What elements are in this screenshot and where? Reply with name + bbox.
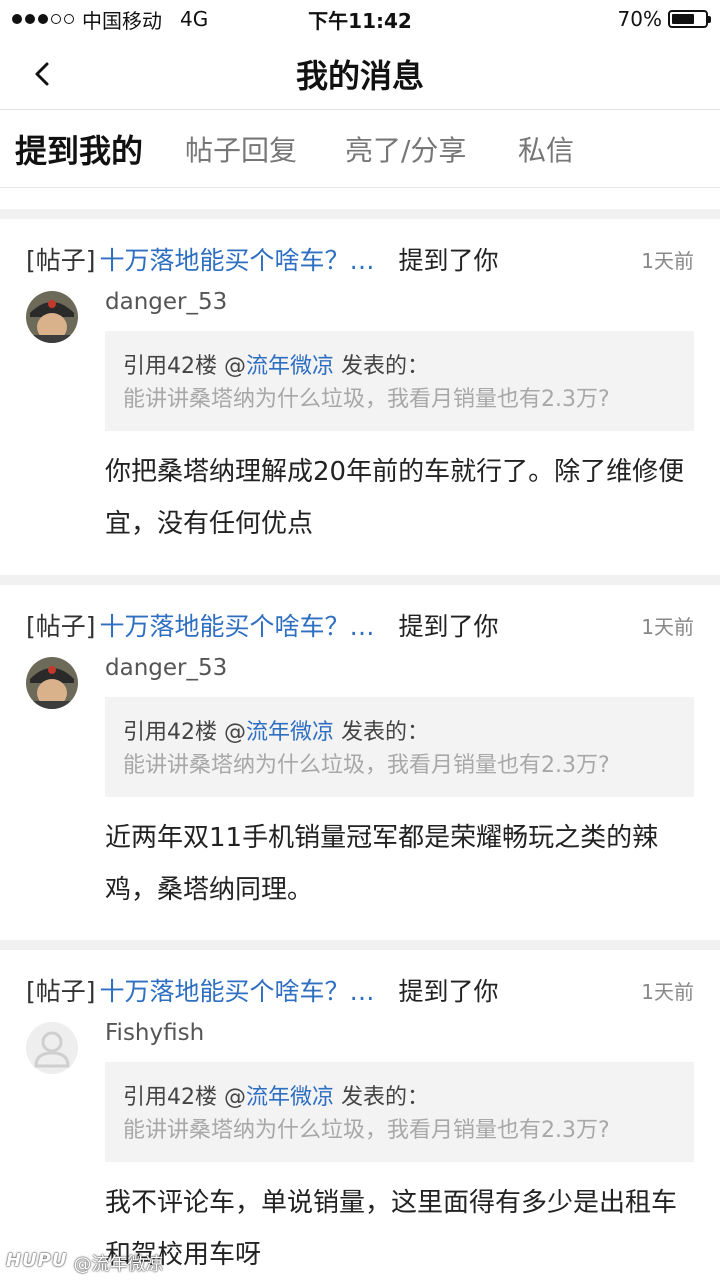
watermark-brand: HUPU bbox=[6, 1250, 68, 1271]
quote-prefix: 引用42楼 @ bbox=[123, 720, 246, 745]
nav-bar: 我的消息 bbox=[0, 38, 720, 110]
watermark: HUPU @流年微凉 bbox=[6, 1250, 164, 1276]
post-tag: [帖子] bbox=[26, 977, 96, 1006]
message-body: 近两年双11手机销量冠军都是荣耀畅玩之类的辣鸡，桑塔纳同理。 bbox=[105, 823, 659, 905]
message-card[interactable]: [帖子] 十万落地能买个啥车？… 提到了你 1天前 danger_53 引用42… bbox=[0, 219, 720, 575]
quote-text: 能讲讲桑塔纳为什么垃圾，我看月销量也有2.3万? bbox=[123, 387, 610, 412]
network-type: 4G bbox=[180, 7, 209, 31]
post-title-link[interactable]: 十万落地能买个啥车？… bbox=[100, 241, 375, 277]
message-card[interactable]: [帖子] 十万落地能买个啥车？… 提到了你 1天前 danger_53 引用42… bbox=[0, 585, 720, 940]
post-tag: [帖子] bbox=[26, 612, 96, 641]
carrier-name: 中国移动 bbox=[82, 8, 162, 33]
battery-percent: 70% bbox=[617, 7, 662, 31]
quote-suffix: 发表的： bbox=[334, 720, 430, 745]
message-header: [帖子] 十万落地能买个啥车？… 提到了你 1天前 bbox=[26, 970, 694, 1010]
message-body: 我不评论车，单说销量，这里面得有多少是出租车和驾校用车呀 bbox=[105, 1188, 678, 1270]
quote-text: 能讲讲桑塔纳为什么垃圾，我看月销量也有2.3万? bbox=[123, 1118, 610, 1143]
battery-icon bbox=[668, 10, 711, 28]
watermark-handle: @流年微凉 bbox=[73, 1254, 164, 1275]
default-avatar-icon[interactable] bbox=[26, 1022, 78, 1074]
avatar[interactable] bbox=[26, 657, 78, 709]
mention-text: 提到了你 bbox=[398, 246, 499, 275]
message-card[interactable]: [帖子] 十万落地能买个啥车？… 提到了你 1天前 Fishyfish 引用42… bbox=[0, 950, 720, 1280]
back-button[interactable] bbox=[22, 54, 62, 94]
battery-status: 70% bbox=[617, 7, 711, 31]
username[interactable]: danger_53 bbox=[105, 289, 227, 315]
divider bbox=[0, 575, 720, 585]
divider bbox=[0, 209, 720, 219]
quote-block: 引用42楼 @流年微凉 发表的： 能讲讲桑塔纳为什么垃圾，我看月销量也有2.3万… bbox=[105, 1062, 694, 1162]
message-body: 你把桑塔纳理解成20年前的车就行了。除了维修便宜，没有任何优点 bbox=[105, 457, 685, 539]
time-ago: 1天前 bbox=[641, 614, 694, 639]
quote-block: 引用42楼 @流年微凉 发表的： 能讲讲桑塔纳为什么垃圾，我看月销量也有2.3万… bbox=[105, 697, 694, 797]
message-header: [帖子] 十万落地能买个啥车？… 提到了你 1天前 bbox=[26, 605, 694, 645]
quoted-user-link[interactable]: 流年微凉 bbox=[246, 720, 334, 745]
message-header: [帖子] 十万落地能买个啥车？… 提到了你 1天前 bbox=[26, 239, 694, 279]
time-ago: 1天前 bbox=[641, 979, 694, 1004]
username[interactable]: Fishyfish bbox=[105, 1020, 204, 1046]
quote-suffix: 发表的： bbox=[334, 354, 430, 379]
quote-text: 能讲讲桑塔纳为什么垃圾，我看月销量也有2.3万? bbox=[123, 753, 610, 778]
quote-prefix: 引用42楼 @ bbox=[123, 354, 246, 379]
post-title-link[interactable]: 十万落地能买个啥车？… bbox=[100, 972, 375, 1008]
divider bbox=[0, 940, 720, 950]
page-title: 我的消息 bbox=[295, 56, 424, 95]
tab-post-replies[interactable]: 帖子回复 bbox=[185, 129, 297, 169]
status-bar: 中国移动 4G 下午11:42 70% bbox=[0, 0, 720, 38]
mention-text: 提到了你 bbox=[398, 612, 499, 641]
quote-suffix: 发表的： bbox=[334, 1085, 430, 1110]
tab-mentions[interactable]: 提到我的 bbox=[15, 126, 143, 172]
chevron-left-icon bbox=[35, 62, 49, 86]
avatar[interactable] bbox=[26, 291, 78, 343]
mention-text: 提到了你 bbox=[398, 977, 499, 1006]
signal-strength-icon bbox=[12, 14, 74, 24]
quoted-user-link[interactable]: 流年微凉 bbox=[246, 1085, 334, 1110]
post-tag: [帖子] bbox=[26, 246, 96, 275]
time-ago: 1天前 bbox=[641, 248, 694, 273]
tab-bar: 提到我的 帖子回复 亮了/分享 私信 bbox=[0, 110, 720, 188]
username[interactable]: danger_53 bbox=[105, 655, 227, 681]
post-title-link[interactable]: 十万落地能买个啥车？… bbox=[100, 607, 375, 643]
quote-prefix: 引用42楼 @ bbox=[123, 1085, 246, 1110]
quoted-user-link[interactable]: 流年微凉 bbox=[246, 354, 334, 379]
tab-likes-shares[interactable]: 亮了/分享 bbox=[345, 129, 466, 169]
tab-private-messages[interactable]: 私信 bbox=[518, 129, 574, 169]
quote-block: 引用42楼 @流年微凉 发表的： 能讲讲桑塔纳为什么垃圾，我看月销量也有2.3万… bbox=[105, 331, 694, 431]
